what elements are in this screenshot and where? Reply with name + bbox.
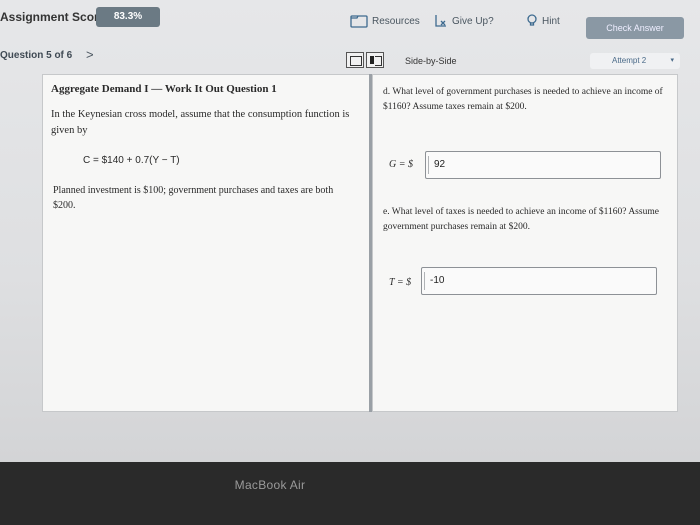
part-e-prompt: e. What level of taxes is needed to achi…: [383, 207, 659, 232]
t-answer-input[interactable]: -10: [421, 267, 657, 295]
g-answer-input[interactable]: 92: [425, 151, 661, 179]
input-divider: [424, 272, 425, 290]
chevron-right-icon[interactable]: >: [86, 47, 94, 62]
score-label: Assignment Score:: [0, 10, 110, 24]
view-toggle: [346, 52, 384, 68]
g-answer-value: 92: [434, 159, 446, 170]
give-up-button[interactable]: Give Up?: [434, 14, 494, 28]
consumption-equation: C = $140 + 0.7(Y − T): [83, 155, 180, 166]
input-divider: [428, 156, 429, 174]
resources-label: Resources: [372, 15, 420, 27]
question-panel: Aggregate Demand I — Work It Out Questio…: [42, 74, 370, 412]
t-answer-value: -10: [430, 275, 445, 286]
assignment-toolbar: Assignment Score: 83.3% Resources Give U…: [0, 0, 700, 40]
single-view-icon[interactable]: [346, 52, 364, 68]
resources-icon: [350, 14, 368, 28]
question-intro: In the Keynesian cross model, assume tha…: [51, 109, 350, 136]
side-by-side-label: Side-by-Side: [405, 56, 457, 66]
t-label: T = $: [389, 277, 412, 288]
attempt-label: Attempt 2: [612, 56, 647, 65]
g-label: G = $: [389, 159, 413, 170]
answer-panel: d. What level of government purchases is…: [372, 74, 678, 412]
give-up-label: Give Up?: [452, 15, 494, 27]
resources-button[interactable]: Resources: [350, 14, 420, 28]
hint-label: Hint: [542, 15, 560, 27]
device-label: MacBook Air: [234, 478, 306, 492]
split-view-icon[interactable]: [366, 52, 384, 68]
score-badge: 83.3%: [96, 7, 160, 27]
question-number: Question 5 of 6: [0, 50, 73, 61]
give-up-icon: [434, 14, 448, 28]
hint-button[interactable]: Hint: [526, 14, 560, 28]
browser-screen: Assignment Score: 83.3% Resources Give U…: [0, 0, 700, 462]
chevron-down-icon: ▾: [670, 57, 674, 64]
question-assumptions: Planned investment is $100; government p…: [53, 185, 334, 211]
hint-icon: [526, 14, 538, 28]
check-answer-button[interactable]: Check Answer: [586, 17, 684, 39]
attempt-dropdown[interactable]: Attempt 2 ▾: [590, 53, 680, 69]
part-d-prompt: d. What level of government purchases is…: [383, 87, 663, 112]
question-title: Aggregate Demand I — Work It Out Questio…: [51, 83, 277, 95]
